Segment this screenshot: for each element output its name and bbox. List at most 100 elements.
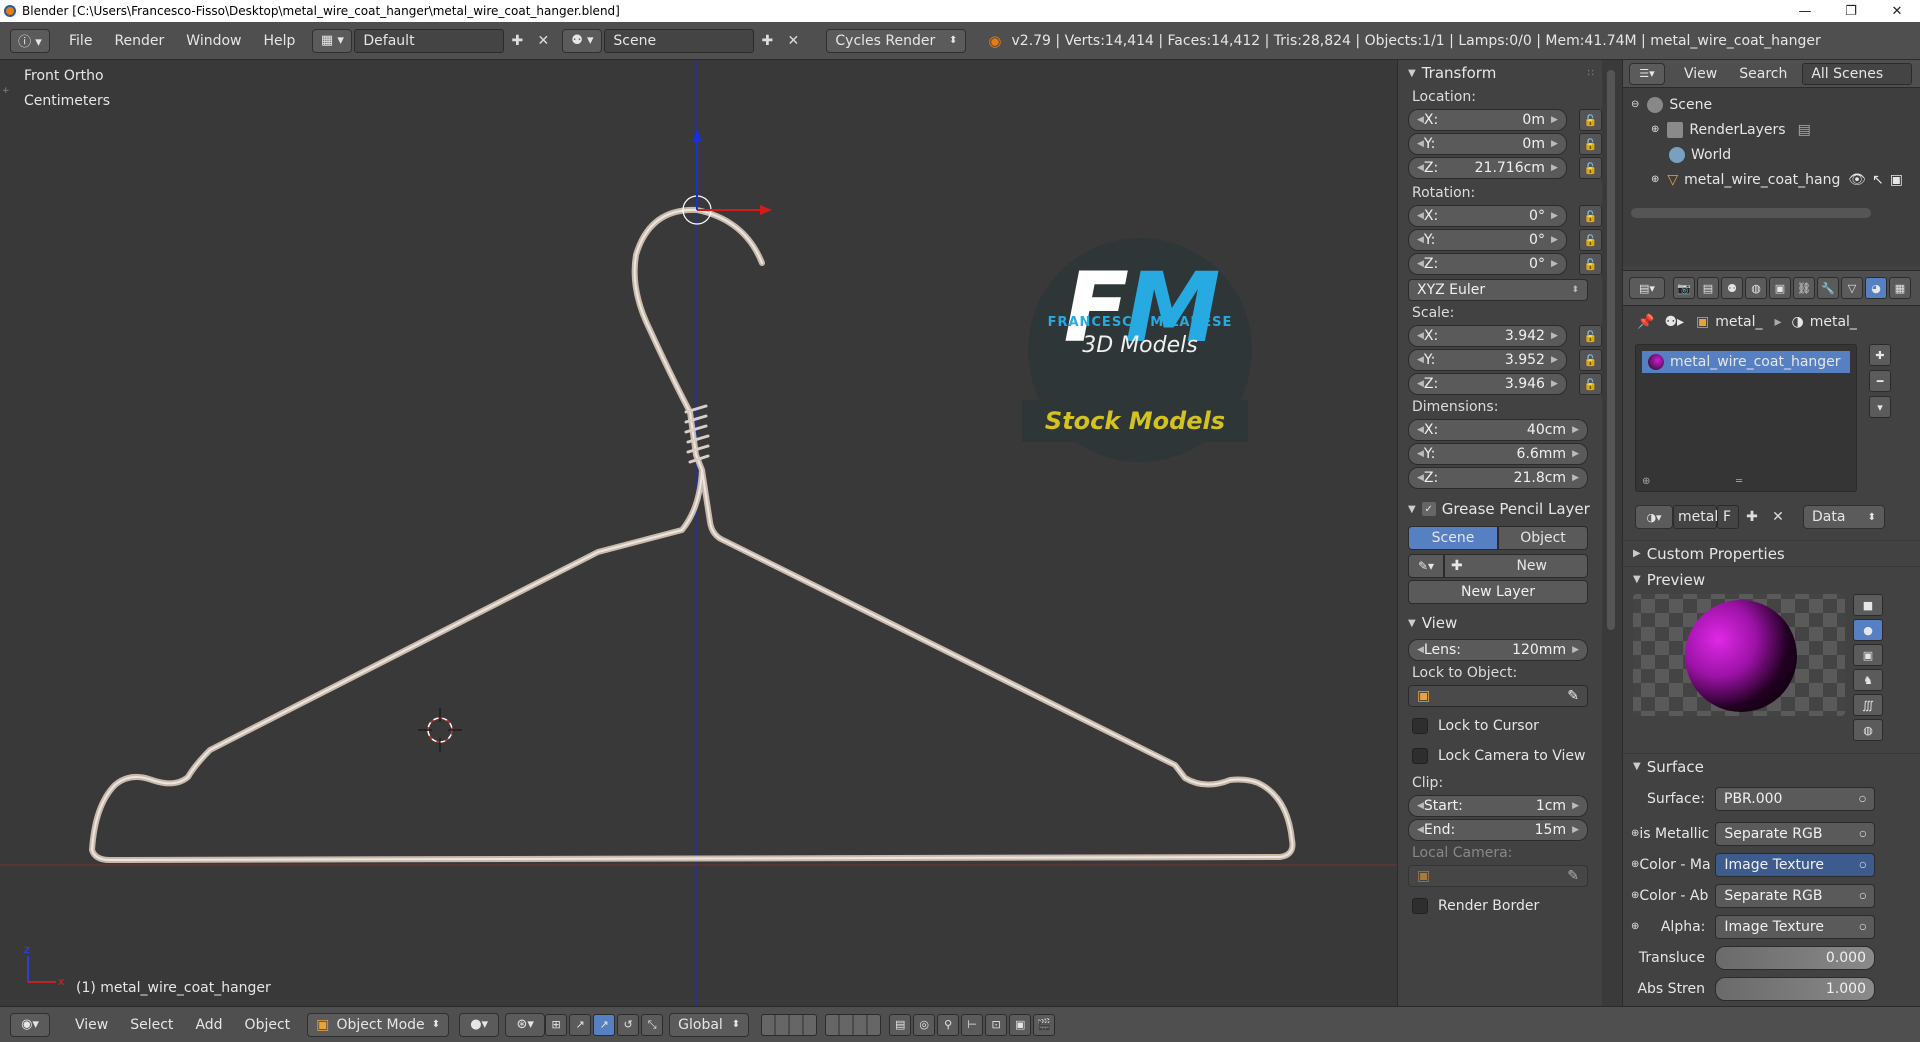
- preview-hair-icon[interactable]: ∭: [1853, 694, 1883, 716]
- close-button[interactable]: ✕: [1874, 0, 1920, 22]
- lock-to-cursor-checkbox[interactable]: [1412, 718, 1428, 734]
- slot-specials-icon[interactable]: ▾: [1869, 396, 1891, 418]
- scene-icon-button[interactable]: ⚉ ▾: [562, 28, 603, 53]
- outliner-display-mode[interactable]: All Scenes: [1802, 62, 1913, 85]
- eyedropper-icon[interactable]: ✎: [1567, 688, 1579, 704]
- scale-manipulator-icon[interactable]: ⤡: [641, 1013, 664, 1036]
- expand-plus-icon[interactable]: ⊕: [1651, 124, 1659, 135]
- outliner-editor-type[interactable]: ☰▾: [1629, 62, 1665, 85]
- location-y-field[interactable]: ◀ Y: 0m ▶: [1408, 133, 1567, 155]
- properties-editor-type[interactable]: ▤▾: [1629, 277, 1665, 299]
- world-tab-icon[interactable]: ◍: [1745, 277, 1767, 299]
- render-icon[interactable]: ▣: [1009, 1013, 1032, 1036]
- outliner-hscrollbar[interactable]: [1631, 208, 1871, 218]
- render-layer-toggle-icon[interactable]: ▤: [1798, 122, 1811, 138]
- mode-select[interactable]: ▣ Object Mode ⬍: [307, 1012, 450, 1037]
- menu-file[interactable]: File: [58, 33, 103, 49]
- transform-header[interactable]: ▼ Transform ∷: [1398, 60, 1602, 86]
- abs-strength-slider[interactable]: 1.000: [1715, 976, 1875, 1001]
- scale-z-field[interactable]: ◀ Z: 3.946 ▶: [1408, 373, 1567, 395]
- metallic-input[interactable]: Separate RGB ○: [1715, 821, 1876, 846]
- rotation-x-field[interactable]: ◀ X: 0° ▶: [1408, 205, 1567, 227]
- location-z-field[interactable]: ◀ Z: 21.716cm ▶: [1408, 157, 1567, 179]
- minimize-button[interactable]: —: [1782, 0, 1828, 22]
- location-x-field[interactable]: ◀ X: 0m ▶: [1408, 109, 1567, 131]
- rotation-mode-select[interactable]: XYZ Euler ⬍: [1408, 279, 1588, 301]
- list-resize-handle-icon[interactable]: ═: [1736, 476, 1742, 487]
- scene-field[interactable]: Scene: [604, 28, 755, 53]
- preview-sky-icon[interactable]: ◍: [1853, 719, 1883, 741]
- lock-icon[interactable]: 🔓: [1578, 325, 1602, 347]
- expand-plus-icon[interactable]: ⊕: [1631, 828, 1639, 839]
- link-data-select[interactable]: Data ⬍: [1803, 505, 1885, 529]
- dimensions-z-field[interactable]: ◀ Z: 21.8cm ▶: [1408, 467, 1588, 489]
- 3d-viewport[interactable]: Front Ortho Centimeters + z x FM FRANCES…: [0, 60, 1397, 1006]
- outliner-row-scene[interactable]: ⊖ Scene: [1623, 92, 1920, 117]
- layer-grid-icon[interactable]: [825, 1013, 882, 1036]
- render-animation-icon[interactable]: 🎬: [1033, 1013, 1056, 1036]
- preview-sphere-icon[interactable]: ●: [1853, 619, 1883, 641]
- menu-help[interactable]: Help: [252, 33, 306, 49]
- view-section-header[interactable]: ▼ View: [1398, 610, 1602, 636]
- layout-field[interactable]: Default: [354, 28, 505, 53]
- new-layer-button[interactable]: New Layer: [1408, 580, 1588, 604]
- viewport-editor-type[interactable]: ◉▾: [10, 1012, 50, 1037]
- remove-slot-icon[interactable]: ━: [1869, 370, 1891, 392]
- layer-grid-icon[interactable]: [761, 1013, 818, 1036]
- render-engine-select[interactable]: Cycles Render ⬍: [826, 28, 967, 53]
- object-tab-icon[interactable]: ▣: [1769, 277, 1791, 299]
- material-tab-icon[interactable]: ◕: [1865, 277, 1887, 299]
- proportional-edit-icon[interactable]: ◎: [913, 1013, 936, 1036]
- lock-icon[interactable]: 🔓: [1578, 205, 1602, 227]
- lock-icon[interactable]: 🔓: [1578, 253, 1602, 275]
- delete-scene-icon[interactable]: ✕: [780, 29, 806, 53]
- preview-flat-icon[interactable]: ■: [1853, 594, 1883, 616]
- layer-buttons[interactable]: [761, 1013, 883, 1036]
- visibility-eye-icon[interactable]: 👁: [1848, 172, 1866, 188]
- clip-end-field[interactable]: ◀ End: 15m ▶: [1408, 819, 1588, 841]
- outliner-menu-view[interactable]: View: [1673, 66, 1728, 82]
- material-browse-icon[interactable]: ◑▾: [1635, 505, 1673, 529]
- scale-y-field[interactable]: ◀ Y: 3.952 ▶: [1408, 349, 1567, 371]
- translucency-slider[interactable]: 0.000: [1715, 945, 1875, 970]
- screen-layout-icon-button[interactable]: ▦ ▾: [312, 28, 353, 53]
- outliner-row-renderlayers[interactable]: ⊕ RenderLayers ▤: [1623, 117, 1920, 142]
- alpha-input[interactable]: Image Texture ○: [1715, 914, 1876, 939]
- viewport-menu-select[interactable]: Select: [119, 1017, 184, 1033]
- viewport-menu-object[interactable]: Object: [234, 1017, 302, 1033]
- modifiers-tab-icon[interactable]: 🔧: [1817, 277, 1839, 299]
- lens-field[interactable]: ◀ Lens: 120mm ▶: [1408, 639, 1588, 661]
- surface-shader-field[interactable]: PBR.000 ○: [1715, 786, 1875, 811]
- selectable-arrow-icon[interactable]: ↖: [1872, 172, 1884, 188]
- pin-icon[interactable]: 📌: [1637, 314, 1654, 330]
- list-filter-icon[interactable]: ⊕: [1642, 476, 1650, 487]
- renderable-camera-icon[interactable]: ▣: [1890, 172, 1903, 188]
- dimensions-y-field[interactable]: ◀ Y: 6.6mm ▶: [1408, 443, 1588, 465]
- n-panel-scrollbar[interactable]: [1602, 60, 1622, 1006]
- menu-window[interactable]: Window: [175, 33, 252, 49]
- lock-icon[interactable]: 🔓: [1578, 157, 1602, 179]
- lock-icon[interactable]: 🔓: [1578, 229, 1602, 251]
- preview-header[interactable]: ▼ Preview: [1623, 566, 1920, 592]
- orientation-select[interactable]: Global ⬍: [669, 1012, 750, 1037]
- scale-x-field[interactable]: ◀ X: 3.942 ▶: [1408, 325, 1567, 347]
- grease-new-button[interactable]: ✚ New: [1444, 554, 1588, 578]
- expand-plus-icon[interactable]: ⊕: [1631, 859, 1639, 870]
- render-tab-icon[interactable]: 📷: [1673, 277, 1695, 299]
- menu-render[interactable]: Render: [103, 33, 175, 49]
- material-slot-item[interactable]: metal_wire_coat_hanger: [1642, 351, 1850, 373]
- fake-user-button[interactable]: F: [1717, 505, 1739, 529]
- material-slot-list[interactable]: metal_wire_coat_hanger ⊕ ═: [1635, 344, 1857, 492]
- add-slot-icon[interactable]: ✚: [1869, 344, 1891, 366]
- new-material-icon[interactable]: ✚: [1739, 505, 1765, 529]
- maximize-button[interactable]: ❐: [1828, 0, 1874, 22]
- drag-handle-icon[interactable]: ∷: [1588, 68, 1594, 79]
- lock-camera-checkbox[interactable]: [1412, 748, 1428, 764]
- unlink-material-icon[interactable]: ✕: [1765, 505, 1791, 529]
- lock-icon[interactable]: 🔓: [1578, 133, 1602, 155]
- pivot-point-select[interactable]: ⊛▾: [505, 1012, 546, 1037]
- checkbox-checked-icon[interactable]: ✓: [1421, 502, 1436, 516]
- renderlayers-tab-icon[interactable]: ▤: [1697, 277, 1719, 299]
- color-ma-input[interactable]: Image Texture ○: [1715, 852, 1876, 877]
- outliner-row-object[interactable]: ⊕ ▽ metal_wire_coat_hang 👁 ↖ ▣: [1623, 167, 1920, 192]
